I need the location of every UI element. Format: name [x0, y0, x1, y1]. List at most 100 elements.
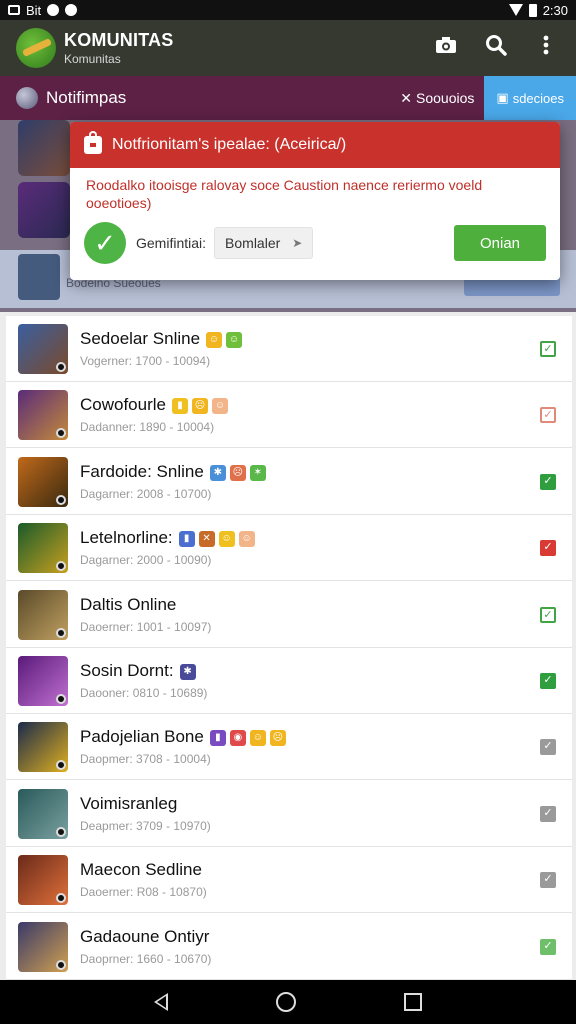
back-icon[interactable] — [154, 993, 168, 1011]
status-dot-icon — [56, 362, 66, 372]
more-options-icon[interactable] — [534, 35, 558, 61]
notifications-title: Notifimpas — [46, 88, 127, 107]
item-meta: Daooner: 0810 - 10689) — [80, 686, 208, 700]
item-name: Cowofourle ▮ ☹ ☺ — [80, 395, 228, 415]
recents-icon[interactable] — [404, 993, 422, 1011]
list-item[interactable]: Sosin Dornt: ✱ Daooner: 0810 - 10689) ✓ — [6, 648, 572, 714]
checkbox[interactable]: ✓ — [540, 407, 556, 423]
game-thumbnail — [18, 789, 68, 839]
confirm-label: Gemifintiai: — [136, 235, 207, 251]
status-dot-icon — [56, 893, 66, 903]
dialog-title: Notfrionitam's ipealae: (Aceirica/) — [112, 136, 347, 153]
item-name: Fardoide: Snline ✱ ☹ ✶ — [80, 462, 266, 482]
status-dot-icon — [56, 428, 66, 438]
game-thumbnail — [18, 457, 68, 507]
dialog-primary-button[interactable]: Onian — [454, 225, 546, 261]
item-meta: Daoerner: 1001 - 10097) — [80, 620, 212, 634]
item-meta: Daoprner: 1660 - 10670) — [80, 952, 212, 966]
game-thumbnail — [18, 590, 68, 640]
dialog-footer: ✓ Gemifintiai: Bomlaler ➤ Onian — [70, 222, 560, 264]
list-item[interactable]: Daltis Online Daoerner: 1001 - 10097) ✓ — [6, 582, 572, 648]
checkbox[interactable]: ✓ — [540, 673, 556, 689]
item-name-text: Daltis Online — [80, 595, 177, 614]
item-name-text: Letelnorline: — [80, 528, 173, 547]
item-name-text: Maecon Sedline — [80, 860, 202, 879]
game-thumbnail — [18, 855, 68, 905]
home-icon[interactable] — [276, 992, 296, 1012]
item-name-text: Gadaoune Ontiyr — [80, 927, 210, 946]
checkbox[interactable]: ✓ — [540, 540, 556, 556]
app-notification-icon — [65, 4, 78, 16]
checkmark-icon: ✓ — [84, 222, 126, 264]
emoji-icon: ☺ — [249, 729, 266, 746]
list-item[interactable]: Letelnorline: ▮ ✕ ☺ ☺ Dagarner: 2000 - 10090)… — [6, 515, 572, 581]
list-item[interactable]: Voimisranleg Deapmer: 3709 - 10970) ✓ — [6, 781, 572, 847]
emoji-icon: ▮ — [209, 729, 226, 746]
status-dot-icon — [56, 760, 66, 770]
item-meta: Vogerner: 1700 - 10094) — [80, 354, 211, 368]
emoji-icon: ◉ — [229, 729, 246, 746]
emoji-icon: ✱ — [179, 663, 196, 680]
sync-icon — [47, 4, 60, 16]
list-item[interactable]: Cowofourle ▮ ☹ ☺ Dadanner: 1890 - 10004) ✓ — [6, 382, 572, 448]
item-meta: Daopmer: 3708 - 10004) — [80, 752, 211, 766]
item-name-text: Sedoelar Snline — [80, 329, 201, 348]
app-bar: KOMUNITAS Komunitas — [0, 20, 576, 76]
emoji-icon: ▮ — [172, 397, 188, 414]
item-name-text: Fardoide: Snline — [80, 462, 204, 481]
checkbox[interactable]: ✓ — [540, 607, 556, 623]
checkbox[interactable]: ✓ — [540, 872, 556, 888]
send-icon — [18, 254, 60, 300]
status-dot-icon — [56, 495, 66, 505]
dismiss-button[interactable]: ✕ Soouoios — [400, 90, 474, 107]
list-item[interactable]: Gadaoune Ontiyr Daoprner: 1660 - 10670) ✓ — [6, 914, 572, 980]
checkbox[interactable]: ✓ — [540, 739, 556, 755]
system-navigation-bar — [0, 980, 576, 1024]
item-name: Letelnorline: ▮ ✕ ☺ ☺ — [80, 528, 255, 548]
list-item[interactable]: Sedoelar Snline ☺ ☺ Vogerner: 1700 - 10094)… — [6, 316, 572, 382]
list-item[interactable]: Fardoide: Snline ✱ ☹ ✶ Dagarner: 2008 - 1070… — [6, 449, 572, 515]
search-icon[interactable] — [484, 34, 508, 62]
list-item[interactable]: Maecon Sedline Daoerner: R08 - 10870) ✓ — [6, 847, 572, 913]
app-title: KOMUNITAS — [64, 30, 174, 50]
battery-icon — [528, 3, 537, 17]
checkbox[interactable]: ✓ — [540, 939, 556, 955]
option-chip[interactable]: Bomlaler ➤ — [214, 227, 314, 259]
backdrop-thumbnail — [18, 182, 70, 238]
checkbox[interactable]: ✓ — [540, 806, 556, 822]
item-name: Sosin Dornt: ✱ — [80, 661, 196, 681]
item-name: Padojelian Bone ▮ ◉ ☺ ☹ — [80, 727, 286, 747]
camera-icon[interactable] — [434, 36, 458, 60]
filter-button[interactable]: ▣ sdecioes — [484, 76, 576, 120]
list-item[interactable]: Padojelian Bone ▮ ◉ ☺ ☹ Daopmer: 3708 - 10004… — [6, 714, 572, 780]
checkbox[interactable]: ✓ — [540, 474, 556, 490]
status-left-text: Bit — [26, 2, 42, 18]
emoji-icon: ✶ — [249, 464, 266, 481]
item-name: Sedoelar Snline ☺ ☺ — [80, 329, 243, 349]
emoji-icon: ✕ — [198, 530, 215, 547]
checkbox[interactable]: ✓ — [540, 341, 556, 357]
chevron-right-icon: ➤ — [292, 236, 303, 250]
app-subtitle: Komunitas — [64, 52, 121, 66]
dismiss-label: Soouoios — [416, 90, 475, 106]
emoji-icon: ☺ — [226, 331, 243, 348]
chip-label: Bomlaler — [225, 235, 281, 251]
status-dot-icon — [56, 694, 66, 704]
item-meta: Daoerner: R08 - 10870) — [80, 885, 207, 899]
emoji-icon: ☺ — [238, 530, 255, 547]
item-meta: Dagarner: 2008 - 10700) — [80, 487, 212, 501]
game-thumbnail — [18, 523, 68, 573]
emoji-icon: ☺ — [218, 530, 235, 547]
notification-icon — [8, 5, 20, 15]
item-meta: Dadanner: 1890 - 10004) — [80, 420, 215, 434]
game-thumbnail — [18, 922, 68, 972]
clock: 2:30 — [542, 2, 568, 18]
emoji-icon: ✱ — [209, 464, 226, 481]
close-icon: ✕ — [400, 89, 412, 106]
filter-label: sdecioes — [512, 90, 564, 106]
emoji-icon: ☹ — [192, 397, 208, 414]
emoji-icon: ☹ — [229, 464, 246, 481]
dialog-message: Roodalko itooisge ralovay soce Caustion … — [86, 177, 483, 211]
status-dot-icon — [56, 561, 66, 571]
status-bar: Bit 2:30 — [0, 0, 576, 20]
